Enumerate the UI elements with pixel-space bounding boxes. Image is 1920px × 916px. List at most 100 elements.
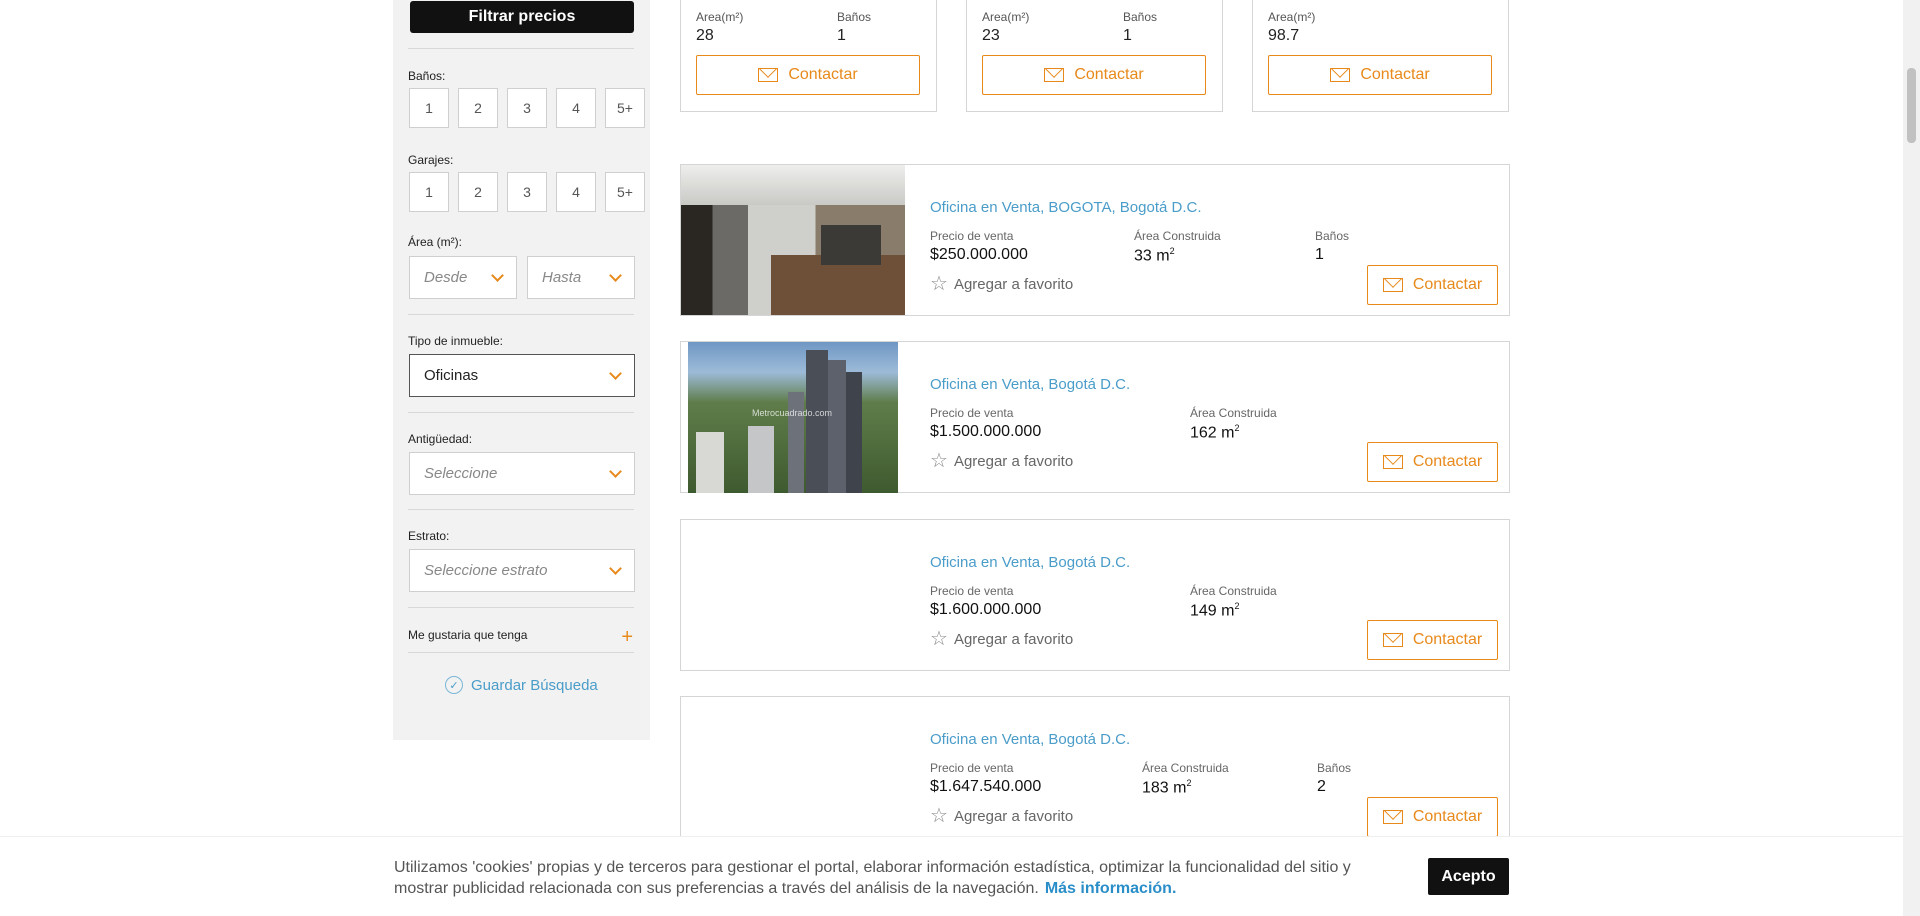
- envelope-icon: [1044, 68, 1065, 82]
- baths-value: 1: [1123, 27, 1132, 44]
- baths-option-4[interactable]: 4: [556, 88, 596, 128]
- divider: [408, 607, 634, 608]
- contact-button[interactable]: Contactar: [1268, 55, 1492, 95]
- age-select[interactable]: Seleccione: [409, 452, 635, 495]
- baths-value: 1: [837, 27, 846, 44]
- area-label: Área Construida: [1190, 584, 1277, 598]
- stratum-placeholder: Seleccione estrato: [424, 562, 548, 579]
- chevron-down-icon: [609, 366, 622, 380]
- baths-option-5plus[interactable]: 5+: [605, 88, 645, 128]
- area-label: Área Construida: [1134, 229, 1221, 243]
- chevron-down-icon: [609, 561, 622, 575]
- contact-button[interactable]: Contactar: [1367, 620, 1498, 660]
- favorite-label: Agregar a favorito: [953, 452, 1074, 470]
- favorite-label: Agregar a favorito: [953, 807, 1074, 825]
- property-type-select[interactable]: Oficinas: [409, 354, 635, 397]
- star-icon: ☆: [930, 628, 948, 650]
- property-type-value: Oficinas: [424, 367, 479, 384]
- price-label: Precio de venta: [930, 761, 1014, 775]
- contact-label: Contactar: [1412, 808, 1483, 825]
- contact-button[interactable]: Contactar: [1367, 797, 1498, 837]
- baths-option-2[interactable]: 2: [458, 88, 498, 128]
- save-search-label: Guardar Búsqueda: [471, 676, 598, 694]
- garages-option-3[interactable]: 3: [507, 172, 547, 212]
- cookie-message: Utilizamos 'cookies' propias y de tercer…: [394, 859, 1351, 897]
- contact-label: Contactar: [1412, 276, 1483, 293]
- contact-label: Contactar: [788, 66, 858, 83]
- divider: [408, 314, 634, 315]
- save-search-button[interactable]: ✓ Guardar Búsqueda: [445, 676, 598, 694]
- star-icon: ☆: [930, 450, 948, 472]
- area-value: 149 m2: [1190, 601, 1240, 620]
- area-to-placeholder: Hasta: [542, 269, 582, 286]
- add-favorite-button[interactable]: ☆ Agregar a favorito: [930, 628, 1073, 650]
- plus-icon[interactable]: +: [621, 627, 633, 647]
- garages-option-4[interactable]: 4: [556, 172, 596, 212]
- contact-button[interactable]: Contactar: [982, 55, 1206, 95]
- stratum-label: Estrato:: [408, 529, 450, 543]
- price-label: Precio de venta: [930, 229, 1014, 243]
- envelope-icon: [1330, 68, 1351, 82]
- star-icon: ☆: [930, 273, 948, 295]
- check-circle-icon: ✓: [445, 676, 463, 694]
- more-info-link[interactable]: Más información.: [1045, 880, 1177, 897]
- envelope-icon: [1382, 455, 1403, 469]
- baths-option-3[interactable]: 3: [507, 88, 547, 128]
- amenities-label[interactable]: Me gustaria que tenga: [408, 628, 527, 642]
- listing-card[interactable]: Metrocuadrado.com Oficina en Venta, Bogo…: [680, 341, 1510, 493]
- listing-card[interactable]: Oficina en Venta, BOGOTA, Bogotá D.C. Pr…: [680, 164, 1510, 316]
- area-label: Area(m²): [982, 10, 1030, 24]
- stratum-select[interactable]: Seleccione estrato: [409, 549, 635, 592]
- chevron-down-icon: [609, 464, 622, 478]
- area-from-select[interactable]: Desde: [409, 256, 517, 299]
- baths-label: Baños: [1123, 10, 1158, 24]
- garages-option-2[interactable]: 2: [458, 172, 498, 212]
- contact-button[interactable]: Contactar: [1367, 442, 1498, 482]
- area-value: 162 m2: [1190, 423, 1240, 442]
- page: Filtrar precios Baños: 1 2 3 4 5+ Garaje…: [0, 0, 1920, 916]
- area-value: 33 m2: [1134, 246, 1175, 265]
- contact-button[interactable]: Contactar: [1367, 265, 1498, 305]
- scrollbar[interactable]: [1903, 0, 1920, 916]
- baths-option-1[interactable]: 1: [409, 88, 449, 128]
- city-towers-photo[interactable]: Metrocuadrado.com: [688, 342, 898, 493]
- contact-button[interactable]: Contactar: [696, 55, 920, 95]
- age-placeholder: Seleccione: [424, 465, 498, 482]
- baths-value: 1: [1315, 246, 1324, 263]
- area-value: 23: [982, 27, 1000, 44]
- garages-option-1[interactable]: 1: [409, 172, 449, 212]
- price-label: Precio de venta: [930, 406, 1014, 420]
- listing-card[interactable]: Oficina en Venta, Bogotá D.C. Precio de …: [680, 519, 1510, 671]
- cookie-text: Utilizamos 'cookies' propias y de tercer…: [394, 857, 1354, 899]
- area-label: Área Construida: [1190, 406, 1277, 420]
- baths-options: 1 2 3 4 5+: [409, 88, 645, 128]
- contact-label: Contactar: [1412, 453, 1483, 470]
- divider: [408, 509, 634, 510]
- area-to-select[interactable]: Hasta: [527, 256, 635, 299]
- baths-value: 2: [1317, 778, 1326, 795]
- chevron-down-icon: [609, 268, 622, 282]
- filter-sidebar: Filtrar precios Baños: 1 2 3 4 5+ Garaje…: [393, 0, 650, 740]
- add-favorite-button[interactable]: ☆ Agregar a favorito: [930, 273, 1074, 295]
- area-value: 183 m2: [1142, 778, 1192, 797]
- garages-options: 1 2 3 4 5+: [409, 172, 645, 212]
- price-value: $1.600.000.000: [930, 601, 1042, 618]
- baths-label: Baños: [1315, 229, 1350, 243]
- add-favorite-button[interactable]: ☆ Agregar a favorito: [930, 450, 1074, 472]
- listing-title[interactable]: Oficina en Venta, Bogotá D.C.: [930, 731, 1130, 748]
- price-value: $1.500.000.000: [930, 423, 1042, 440]
- add-favorite-button[interactable]: ☆ Agregar a favorito: [930, 806, 1074, 826]
- baths-label: Baños: [1317, 761, 1352, 775]
- office-interior-photo[interactable]: [681, 165, 905, 315]
- accept-cookies-button[interactable]: Acepto: [1428, 858, 1509, 895]
- chevron-down-icon: [491, 268, 504, 282]
- filter-prices-button[interactable]: Filtrar precios: [410, 1, 634, 33]
- listing-card[interactable]: Oficina en Venta, Bogotá D.C. Precio de …: [680, 696, 1510, 848]
- listing-title[interactable]: Oficina en Venta, BOGOTA, Bogotá D.C.: [930, 199, 1202, 216]
- listing-title[interactable]: Oficina en Venta, Bogotá D.C.: [930, 554, 1130, 571]
- scrollbar-thumb[interactable]: [1907, 68, 1916, 143]
- favorite-label: Agregar a favorito: [953, 275, 1074, 293]
- listing-title[interactable]: Oficina en Venta, Bogotá D.C.: [930, 376, 1130, 393]
- price-value: $1.647.540.000: [930, 778, 1042, 795]
- garages-option-5plus[interactable]: 5+: [605, 172, 645, 212]
